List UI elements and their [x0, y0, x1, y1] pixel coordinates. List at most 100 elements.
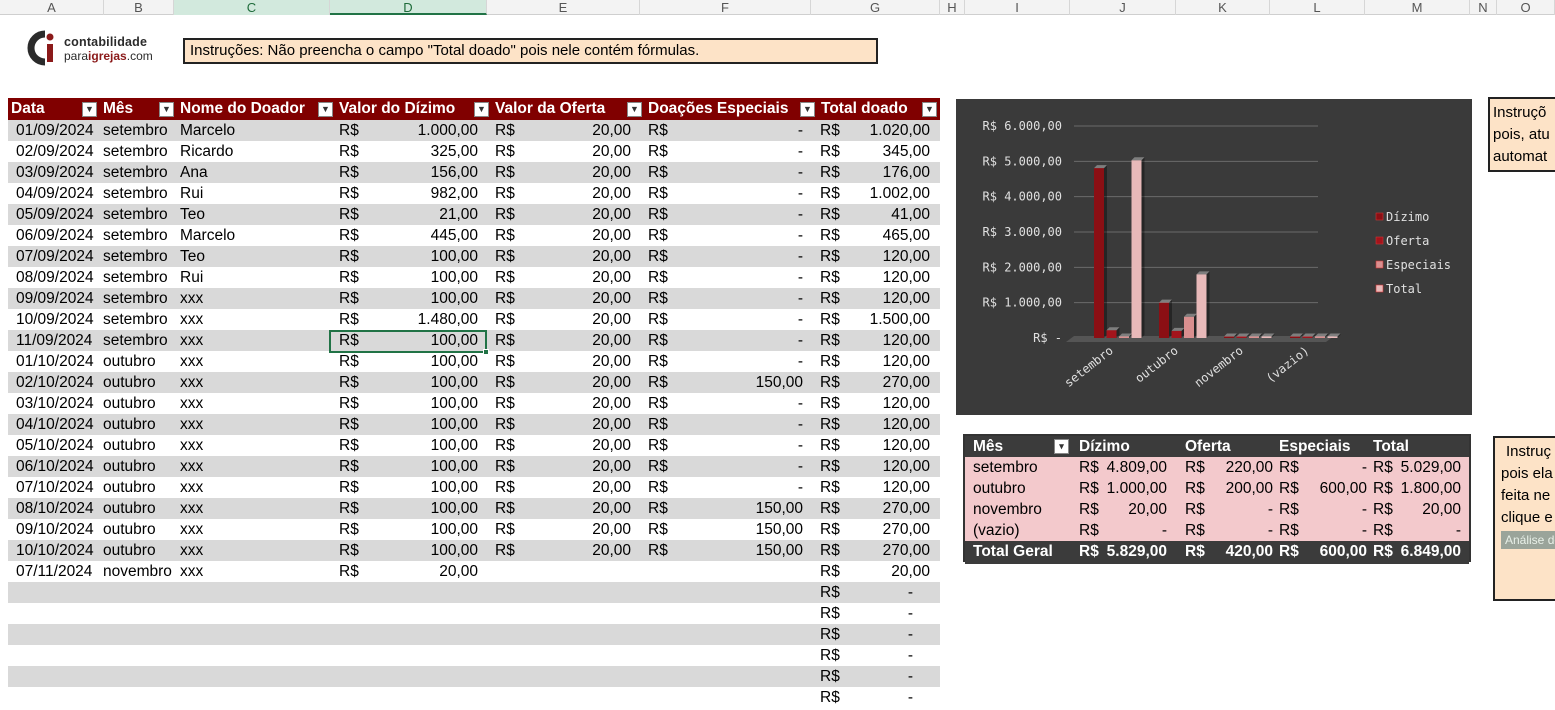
currency-symbol[interactable]: R$	[495, 162, 525, 183]
cell-oferta[interactable]: 20,00	[525, 456, 631, 477]
currency-symbol[interactable]: R$	[495, 456, 525, 477]
filter-dropdown-icon[interactable]: ▼	[318, 102, 333, 117]
cell-mes[interactable]: outubro	[103, 372, 178, 393]
cell-mes[interactable]: setembro	[103, 204, 178, 225]
cell-nome[interactable]: xxx	[180, 372, 330, 393]
cell-nome[interactable]: Rui	[180, 267, 330, 288]
currency-symbol[interactable]: R$	[648, 414, 678, 435]
cell-total[interactable]: 120,00	[850, 330, 930, 351]
cell-nome[interactable]: xxx	[180, 351, 330, 372]
cell-total[interactable]: 176,00	[850, 162, 930, 183]
cell-total[interactable]: 465,00	[850, 225, 930, 246]
currency-symbol[interactable]: R$	[339, 330, 369, 351]
column-header-d[interactable]: D	[330, 0, 487, 15]
cell-total[interactable]: 270,00	[850, 372, 930, 393]
table-row[interactable]: 03/09/2024 setembro Ana R$ 156,00 R$ 20,00 R$ - R…	[8, 162, 940, 183]
currency-symbol[interactable]: R$	[820, 267, 850, 288]
currency-symbol[interactable]: R$	[648, 162, 678, 183]
column-header-b[interactable]: B	[104, 0, 174, 15]
currency-symbol[interactable]: R$	[1373, 520, 1393, 541]
pivot-cell-mes[interactable]: novembro	[973, 499, 1042, 520]
currency-symbol[interactable]: R$	[339, 120, 369, 141]
cell-mes[interactable]: setembro	[103, 225, 178, 246]
cell-total[interactable]: 1.002,00	[850, 183, 930, 204]
column-header-h[interactable]: H	[940, 0, 965, 15]
currency-symbol[interactable]: R$	[339, 498, 369, 519]
cell-mes[interactable]: setembro	[103, 309, 178, 330]
cell-total[interactable]: -	[850, 603, 913, 624]
cell-oferta[interactable]: 20,00	[525, 225, 631, 246]
cell-total[interactable]: 41,00	[850, 204, 930, 225]
currency-symbol[interactable]: R$	[1185, 520, 1205, 541]
currency-symbol[interactable]: R$	[1279, 541, 1299, 562]
currency-symbol[interactable]: R$	[1079, 541, 1099, 562]
currency-symbol[interactable]: R$	[339, 456, 369, 477]
currency-symbol[interactable]: R$	[495, 246, 525, 267]
currency-symbol[interactable]: R$	[820, 603, 850, 624]
table-row[interactable]: 05/09/2024 setembro Teo R$ 21,00 R$ 20,00 R$ - R$…	[8, 204, 940, 225]
cell-data[interactable]: 06/09/2024	[16, 225, 102, 246]
cell-especiais[interactable]: 150,00	[678, 372, 803, 393]
currency-symbol[interactable]: R$	[495, 141, 525, 162]
pivot-cell-especiais[interactable]: 600,00	[1305, 541, 1367, 562]
table-row[interactable]: 03/10/2024 outubro xxx R$ 100,00 R$ 20,00 R$ - R$…	[8, 393, 940, 414]
currency-symbol[interactable]: R$	[1185, 457, 1205, 478]
pivot-cell-oferta[interactable]: 220,00	[1211, 457, 1273, 478]
currency-symbol[interactable]: R$	[495, 288, 525, 309]
cell-data[interactable]: 01/09/2024	[16, 120, 102, 141]
table-row[interactable]: 04/09/2024 setembro Rui R$ 982,00 R$ 20,00 R$ - R…	[8, 183, 940, 204]
pivot-cell-especiais[interactable]: -	[1305, 520, 1367, 541]
currency-symbol[interactable]: R$	[1373, 541, 1393, 562]
table-row[interactable]: 10/10/2024 outubro xxx R$ 100,00 R$ 20,00 R$ 150…	[8, 540, 940, 561]
table-row[interactable]: 05/10/2024 outubro xxx R$ 100,00 R$ 20,00 R$ - R$…	[8, 435, 940, 456]
currency-symbol[interactable]: R$	[820, 435, 850, 456]
table-row-empty[interactable]: R$ -	[8, 624, 940, 645]
currency-symbol[interactable]: R$	[339, 267, 369, 288]
cell-especiais[interactable]: -	[678, 141, 803, 162]
currency-symbol[interactable]: R$	[820, 330, 850, 351]
cell-dizimo[interactable]: 21,00	[369, 204, 478, 225]
currency-symbol[interactable]: R$	[1279, 457, 1299, 478]
table-row[interactable]: 07/11/2024 novembro xxx R$ 20,00 R$ 20,00	[8, 561, 940, 582]
filter-dropdown-icon[interactable]: ▼	[922, 102, 937, 117]
cell-total[interactable]: 120,00	[850, 435, 930, 456]
column-header-o[interactable]: O	[1497, 0, 1555, 15]
cell-data[interactable]: 08/10/2024	[16, 498, 102, 519]
cell-oferta[interactable]: 20,00	[525, 414, 631, 435]
currency-symbol[interactable]: R$	[648, 288, 678, 309]
cell-oferta[interactable]: 20,00	[525, 288, 631, 309]
currency-symbol[interactable]: R$	[1279, 520, 1299, 541]
currency-symbol[interactable]: R$	[820, 456, 850, 477]
cell-nome[interactable]: Rui	[180, 183, 330, 204]
column-header-g[interactable]: G	[811, 0, 940, 15]
currency-symbol[interactable]: R$	[495, 267, 525, 288]
currency-symbol[interactable]: R$	[339, 372, 369, 393]
cell-total[interactable]: 20,00	[850, 561, 930, 582]
table-row-empty[interactable]: R$ -	[8, 582, 940, 603]
currency-symbol[interactable]: R$	[495, 204, 525, 225]
cell-nome[interactable]: Teo	[180, 246, 330, 267]
filter-dropdown-icon[interactable]: ▼	[159, 102, 174, 117]
cell-dizimo[interactable]: 100,00	[369, 540, 478, 561]
currency-symbol[interactable]: R$	[1185, 478, 1205, 499]
currency-symbol[interactable]: R$	[495, 225, 525, 246]
cell-mes[interactable]: outubro	[103, 456, 178, 477]
table-row[interactable]: 06/10/2024 outubro xxx R$ 100,00 R$ 20,00 R$ - R$…	[8, 456, 940, 477]
cell-especiais[interactable]: -	[678, 414, 803, 435]
cell-oferta[interactable]: 20,00	[525, 183, 631, 204]
cell-especiais[interactable]: -	[678, 351, 803, 372]
cell-data[interactable]: 07/10/2024	[16, 477, 102, 498]
pivot-analysis-button[interactable]: Análise de	[1501, 531, 1555, 549]
currency-symbol[interactable]: R$	[495, 372, 525, 393]
currency-symbol[interactable]: R$	[648, 225, 678, 246]
cell-dizimo[interactable]: 20,00	[369, 561, 478, 582]
cell-data[interactable]: 04/10/2024	[16, 414, 102, 435]
cell-oferta[interactable]: 20,00	[525, 351, 631, 372]
currency-symbol[interactable]: R$	[648, 246, 678, 267]
cell-especiais[interactable]: -	[678, 225, 803, 246]
cell-mes[interactable]: novembro	[103, 561, 178, 582]
currency-symbol[interactable]: R$	[1079, 457, 1099, 478]
cell-data[interactable]: 09/10/2024	[16, 519, 102, 540]
cell-mes[interactable]: setembro	[103, 162, 178, 183]
cell-especiais[interactable]: -	[678, 330, 803, 351]
